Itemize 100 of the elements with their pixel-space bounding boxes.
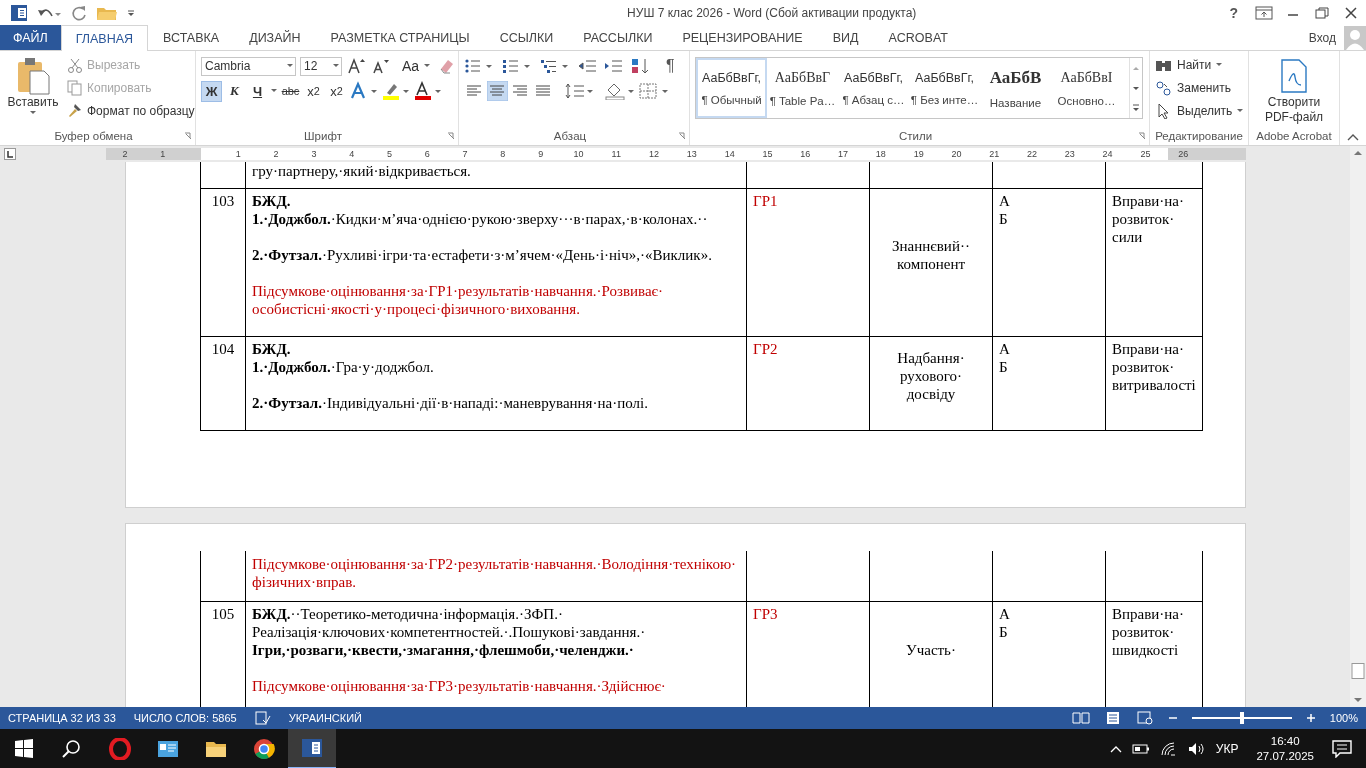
ribbon-tab[interactable]: ВСТАВКА <box>148 25 235 50</box>
close-icon[interactable] <box>1342 5 1360 20</box>
clock-time[interactable]: 16:40 <box>1256 734 1314 749</box>
dropdown-caret-icon[interactable] <box>1236 108 1245 114</box>
dialog-launcher-icon[interactable] <box>1138 132 1146 140</box>
zoom-level[interactable]: 100% <box>1329 712 1358 724</box>
collapse-ribbon-icon[interactable] <box>1347 133 1359 141</box>
dropdown-caret-icon[interactable] <box>423 63 432 69</box>
ruler-number: 4 <box>348 148 356 160</box>
sign-in-link[interactable]: Вход <box>1308 30 1336 45</box>
group-label: Шрифт <box>303 129 343 144</box>
change-case-button[interactable]: Aa <box>402 58 420 74</box>
grow-font-icon[interactable] <box>346 57 366 75</box>
word-count[interactable]: ЧИСЛО СЛОВ: 5865 <box>133 712 237 724</box>
find-button[interactable]: Найти <box>1177 58 1212 72</box>
ribbon-tab[interactable]: ГЛАВНАЯ <box>60 25 149 51</box>
file-tab[interactable]: ФАЙЛ <box>0 25 61 50</box>
lesson-text: Підсумкове·оцінювання·за·ГР3·результатів·навчання.·Здійснює· <box>252 677 667 695</box>
dialog-launcher-icon[interactable] <box>447 132 455 140</box>
language-indicator[interactable]: УКРАИНСКИЙ <box>288 712 363 724</box>
create-pdf-button[interactable]: Створити PDF-файл <box>1254 55 1334 127</box>
style-item[interactable]: АаБбВвГг, ¶ Обычный <box>696 58 767 118</box>
increase-indent-icon[interactable] <box>604 57 624 75</box>
volume-icon[interactable] <box>1187 742 1206 756</box>
ribbon-tab[interactable]: ДИЗАЙН <box>234 25 316 50</box>
contact-card-icon[interactable] <box>157 738 179 760</box>
line-spacing-icon[interactable] <box>564 82 594 100</box>
ribbon-tab[interactable]: РЕЦЕНЗИРОВАНИЕ <box>667 25 818 50</box>
painter-button[interactable]: Формат по образцу <box>87 104 195 118</box>
shrink-font-icon[interactable] <box>370 57 390 75</box>
dropdown-caret-icon[interactable] <box>1215 62 1224 68</box>
ribbon-tab[interactable]: РАЗМЕТКА СТРАНИЦЫ <box>315 25 485 50</box>
shading-icon[interactable] <box>604 82 636 100</box>
exercise-text: Вправи·на·розвиток·витривалості <box>1112 340 1196 394</box>
proofing-icon[interactable] <box>254 711 271 725</box>
read-mode-icon[interactable] <box>1071 711 1090 725</box>
zoom-in-icon[interactable] <box>1305 711 1316 725</box>
underline-button[interactable]: Ч <box>247 80 268 102</box>
clock-date[interactable]: 27.07.2025 <box>1256 749 1314 764</box>
style-item[interactable]: АаБбВ Название <box>980 58 1051 118</box>
select-button[interactable]: Выделить <box>1177 104 1233 118</box>
highlighter-icon[interactable] <box>381 81 411 101</box>
windows-start-icon[interactable] <box>13 738 35 760</box>
dropdown-caret-icon[interactable] <box>270 88 278 94</box>
tab-stop-icon[interactable] <box>4 148 16 160</box>
word-app-icon[interactable] <box>301 737 323 759</box>
help-button[interactable]: ? <box>1223 4 1244 21</box>
redo-icon[interactable] <box>70 3 88 22</box>
scrollbar-thumb-icon[interactable] <box>1351 663 1365 679</box>
style-item[interactable]: АаБбВвГ ¶ Table Pa… <box>767 58 838 118</box>
component-text: Участь· <box>905 641 957 659</box>
input-language[interactable]: УКР <box>1215 742 1239 756</box>
bold-button[interactable]: Ж <box>201 80 222 102</box>
style-item[interactable]: АаБбВвI Основно… <box>1051 58 1122 118</box>
lesson-text: 1.·Доджбол.·Гра·у·доджбол. <box>252 358 435 376</box>
page-count[interactable]: СТРАНИЦА 32 ИЗ 33 <box>8 712 116 724</box>
zoom-slider-thumb[interactable] <box>1239 712 1244 724</box>
lesson-text: Реалізація·ключових·компетентностей.·.Пошукові·завдання.· <box>252 623 647 641</box>
ruler-number: 18 <box>874 148 887 160</box>
lesson-text: БЖД. <box>252 340 292 358</box>
ribbon-tab[interactable]: ВИД <box>817 25 874 50</box>
style-name: Название <box>989 96 1042 109</box>
battery-icon[interactable] <box>1131 743 1150 755</box>
text-effects-icon[interactable] <box>349 81 379 101</box>
paste-button[interactable]: Вставить <box>5 55 61 127</box>
clipboard-icon[interactable] <box>16 57 50 95</box>
wifi-icon[interactable] <box>1159 742 1178 756</box>
style-name: Основно… <box>1057 94 1116 107</box>
level-letter: А <box>999 192 1011 210</box>
web-layout-icon[interactable] <box>1135 711 1154 725</box>
borders-icon[interactable] <box>638 82 670 100</box>
replace-button[interactable]: Заменить <box>1177 81 1231 95</box>
search-icon[interactable] <box>61 738 83 760</box>
decrease-indent-icon[interactable] <box>578 57 598 75</box>
dialog-launcher-icon[interactable] <box>678 132 686 140</box>
style-sample: АаБбВвГг, <box>914 70 974 85</box>
dialog-launcher-icon[interactable] <box>184 132 192 140</box>
ribbon-display-icon[interactable] <box>1255 5 1273 20</box>
font-color-icon[interactable] <box>413 81 443 101</box>
style-item[interactable]: АаБбВвГг, ¶ Без инте… <box>909 58 980 118</box>
group-label: Стили <box>897 129 934 144</box>
pdf-document-icon <box>1279 59 1309 93</box>
ribbon-tab[interactable]: ССЫЛКИ <box>484 25 569 50</box>
word-app-icon[interactable] <box>10 3 28 22</box>
font-size-field[interactable]: 12 <box>300 56 342 76</box>
dropdown-caret-icon[interactable] <box>29 109 37 115</box>
ring-icon[interactable] <box>109 738 131 760</box>
notification-icon[interactable] <box>1332 740 1352 758</box>
ribbon-tab[interactable]: РАССЫЛКИ <box>568 25 668 50</box>
dropdown-caret-icon[interactable] <box>285 63 295 69</box>
ribbon-tab[interactable]: ACROBAT <box>873 25 963 50</box>
restore-icon[interactable] <box>1313 5 1331 20</box>
style-item[interactable]: АаБбВвГг, ¶ Абзац с… <box>838 58 909 118</box>
font-name-field[interactable]: Cambria <box>201 56 296 76</box>
chevron-up-icon[interactable] <box>1109 744 1122 754</box>
italic-button[interactable]: К <box>224 80 245 102</box>
strike-button[interactable]: abc <box>280 80 301 102</box>
dropdown-caret-icon[interactable] <box>331 63 341 69</box>
show-marks-button[interactable]: ¶ <box>666 57 675 75</box>
chrome-icon[interactable] <box>253 738 275 760</box>
